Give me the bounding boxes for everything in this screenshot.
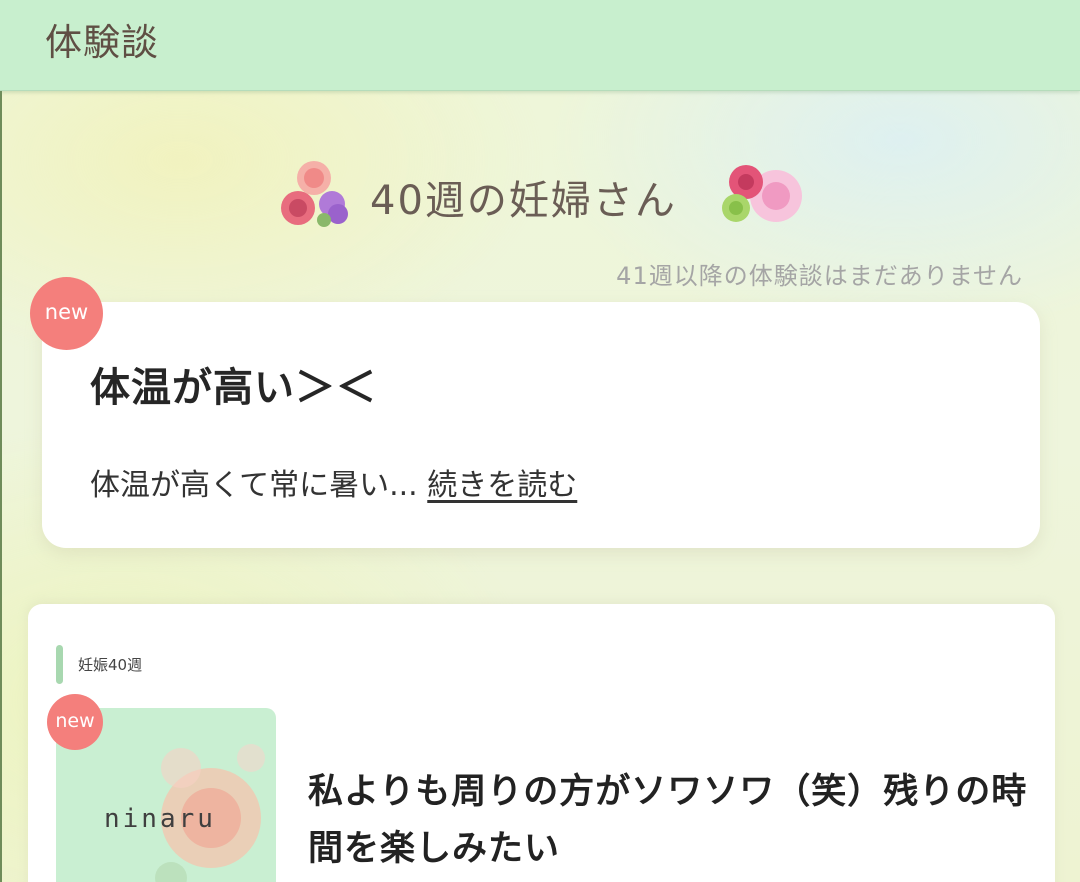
- page-title: 体験談: [45, 21, 159, 64]
- no-later-weeks-notice: 41週以降の体験談はまだありません: [616, 262, 1023, 290]
- week-heading: 40週の妊婦さん: [0, 150, 1080, 240]
- article-title[interactable]: 私よりも周りの方がソワソワ（笑）残りの時間を楽しみたい: [308, 764, 1028, 878]
- read-more-link[interactable]: 続きを読む: [427, 468, 577, 503]
- featured-story-excerpt: 体温が高くて常に暑い... 続きを読む: [90, 460, 577, 504]
- ninaru-logo: ninaru: [104, 804, 216, 834]
- app-header: 体験談: [0, 0, 1080, 91]
- flower-right-icon: [722, 165, 802, 222]
- excerpt-text: 体温が高くて常に暑い...: [90, 468, 418, 503]
- featured-story-title: 体温が高い＞＜: [90, 365, 377, 411]
- week-title: 40週の妊婦さん: [370, 178, 677, 224]
- featured-story-card[interactable]: 体温が高い＞＜ 体温が高くて常に暑い... 続きを読む: [42, 302, 1040, 548]
- article-card[interactable]: 妊娠40週 ninaru 私よりも周りの方がソワソワ（笑）残りの時間を楽しみたい: [28, 604, 1055, 882]
- category-label: 妊娠40週: [78, 656, 143, 674]
- window-edge: [0, 0, 2, 882]
- new-badge: new: [30, 277, 103, 350]
- category-marker: [56, 645, 63, 684]
- flower-left-icon: [281, 161, 348, 227]
- new-badge: new: [47, 694, 103, 750]
